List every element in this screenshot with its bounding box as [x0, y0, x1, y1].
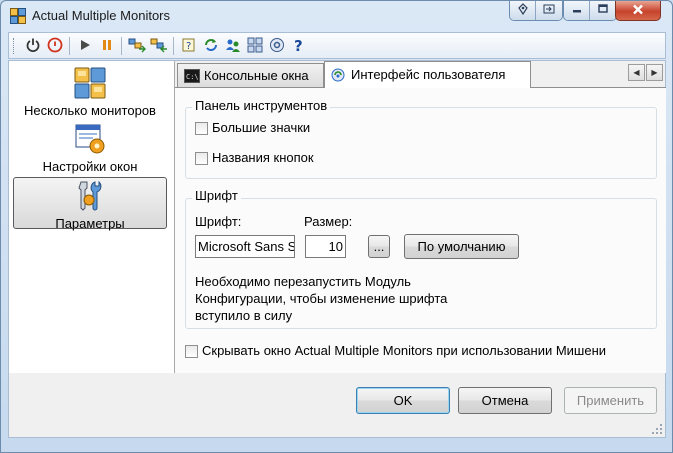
toolbar-separator	[69, 37, 70, 55]
play-button[interactable]	[76, 37, 94, 55]
maximize-icon	[598, 4, 608, 17]
power-button[interactable]	[24, 37, 42, 55]
sidebar-item-label: Настройки окон	[42, 159, 138, 174]
refresh-button[interactable]	[202, 37, 220, 55]
window-buttons	[563, 1, 617, 21]
restart-note-line: Необходимо перезапустить Модуль	[195, 274, 411, 289]
resize-grip-icon[interactable]	[651, 423, 663, 435]
sidebar-item-label: Несколько мониторов	[24, 103, 156, 118]
tab-scroll-left-button[interactable]: ◀	[628, 64, 645, 81]
restart-note: Необходимо перезапустить Модуль Конфигур…	[195, 273, 447, 324]
font-size-field[interactable]: 10	[305, 235, 346, 258]
monitors-export-icon	[128, 37, 146, 56]
font-group-title: Шрифт	[192, 188, 241, 203]
large-icons-label[interactable]: Большие значки	[212, 120, 310, 135]
chevron-left-icon: ◀	[633, 68, 640, 77]
tab-label: Интерфейс пользователя	[351, 67, 506, 82]
minimize-button[interactable]	[564, 1, 590, 20]
layout-icon	[247, 37, 263, 56]
app-window: Actual Multiple Monitors ? ? Несколько м…	[0, 0, 673, 453]
users-button[interactable]	[224, 37, 242, 55]
tab-page-user-interface: Панель инструментов Большие значки Назва…	[175, 87, 666, 373]
stop-button[interactable]	[46, 37, 64, 55]
toolbar-group-title: Панель инструментов	[192, 98, 331, 113]
size-label: Размер:	[304, 214, 353, 229]
help-button[interactable]: ?	[290, 37, 308, 55]
pause-button[interactable]	[98, 37, 116, 55]
power-icon	[25, 37, 41, 56]
play-icon	[78, 38, 92, 55]
help-topic-icon: ?	[181, 37, 197, 56]
import-monitors-button[interactable]	[150, 37, 168, 55]
move-to-monitor-button[interactable]	[536, 1, 562, 20]
tools-icon	[75, 180, 107, 212]
restart-note-line: вступило в силу	[195, 308, 293, 323]
button-names-label[interactable]: Названия кнопок	[212, 150, 314, 165]
ok-button[interactable]: OK	[356, 387, 450, 414]
hide-window-checkbox[interactable]	[185, 345, 198, 358]
client-area: Несколько мониторов Настройки окон Парам…	[8, 60, 666, 438]
monitors-import-icon	[150, 37, 168, 56]
title-bar[interactable]: Actual Multiple Monitors	[1, 1, 672, 31]
settings-icon	[269, 37, 285, 56]
help-topic-button[interactable]: ?	[180, 37, 198, 55]
user-interface-icon	[331, 68, 347, 82]
toolbar-separator	[121, 37, 122, 55]
restore-to-monitor-icon	[543, 3, 555, 18]
toolbar-grip[interactable]	[13, 38, 16, 54]
layout-button[interactable]	[246, 37, 264, 55]
app-monitors-icon	[10, 8, 26, 24]
window-title: Actual Multiple Monitors	[32, 8, 170, 23]
apply-button[interactable]: Применить	[564, 387, 657, 414]
monitors-grid-icon	[74, 67, 106, 99]
maximize-button[interactable]	[590, 1, 616, 20]
cancel-button[interactable]: Отмена	[458, 387, 552, 414]
tab-scroll-right-button[interactable]: ▶	[646, 64, 663, 81]
large-icons-checkbox[interactable]	[195, 122, 208, 135]
users-icon	[225, 37, 241, 56]
minimize-icon	[572, 4, 582, 17]
export-monitors-button[interactable]	[128, 37, 146, 55]
stop-icon	[47, 37, 63, 56]
default-font-button[interactable]: По умолчанию	[404, 234, 519, 259]
refresh-icon	[203, 37, 219, 56]
chevron-right-icon: ▶	[651, 68, 658, 77]
extra-title-buttons	[509, 1, 563, 21]
font-label: Шрифт:	[195, 214, 242, 229]
window-settings-icon	[74, 123, 106, 155]
hide-window-label[interactable]: Скрывать окно Actual Multiple Monitors п…	[202, 343, 606, 358]
tab-user-interface[interactable]: Интерфейс пользователя	[324, 61, 531, 88]
restart-note-line: Конфигурации, чтобы изменение шрифта	[195, 291, 448, 306]
svg-text:?: ?	[186, 41, 191, 52]
pin-icon	[517, 3, 529, 18]
tab-console-windows[interactable]: C:\ Консольные окна	[177, 63, 324, 87]
toolbar-group	[185, 107, 657, 179]
sidebar-item-window-settings[interactable]: Настройки окон	[13, 121, 167, 174]
font-name-field[interactable]: Microsoft Sans Serif	[195, 235, 295, 258]
settings-button[interactable]	[268, 37, 286, 55]
close-button[interactable]	[615, 1, 661, 21]
console-icon: C:\	[184, 69, 200, 83]
sidebar-item-multiple-monitors[interactable]: Несколько мониторов	[13, 65, 167, 118]
main-toolbar: ? ?	[8, 32, 666, 59]
sidebar: Несколько мониторов Настройки окон Парам…	[9, 61, 175, 373]
pause-icon	[100, 38, 114, 55]
help-icon: ?	[291, 37, 307, 56]
pin-button[interactable]	[510, 1, 536, 20]
button-names-checkbox[interactable]	[195, 152, 208, 165]
sidebar-item-parameters[interactable]: Параметры	[13, 177, 167, 231]
svg-text:?: ?	[294, 37, 303, 53]
toolbar-separator	[173, 37, 174, 55]
close-icon	[632, 3, 644, 18]
browse-font-button[interactable]: ...	[368, 235, 390, 258]
sidebar-item-label: Параметры	[55, 216, 125, 231]
svg-text:C:\: C:\	[186, 73, 199, 81]
tab-label: Консольные окна	[204, 68, 309, 83]
